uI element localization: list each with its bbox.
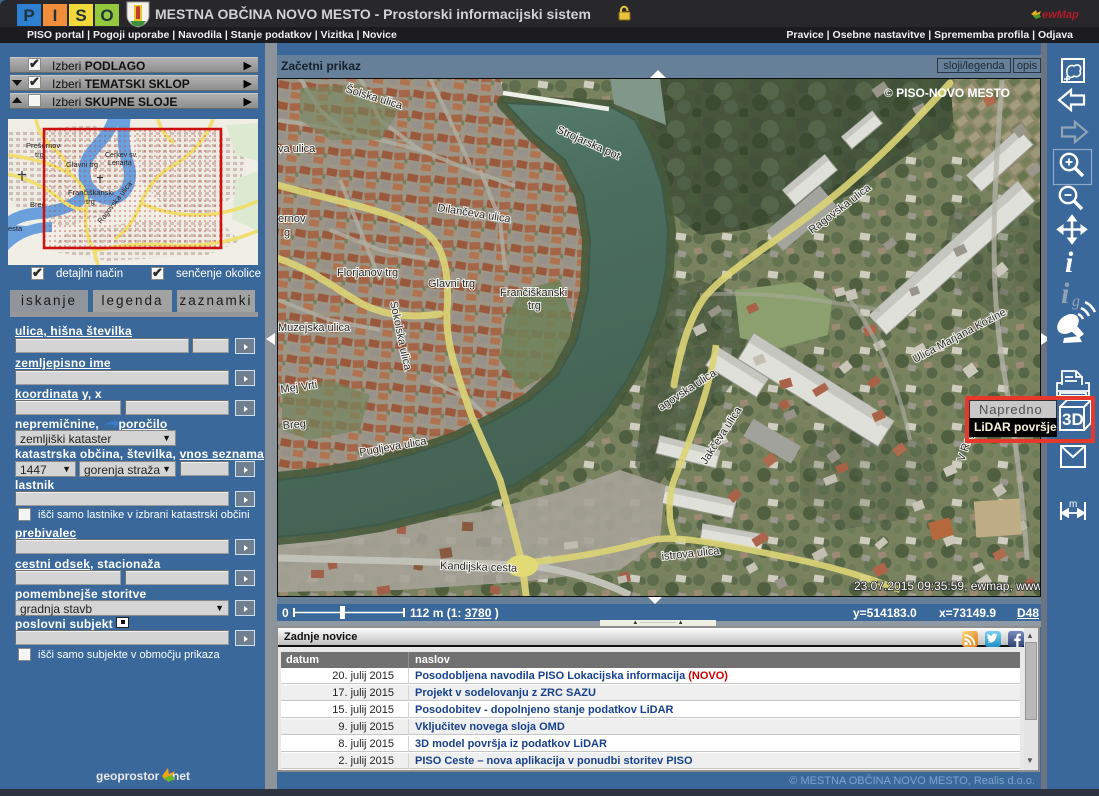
svg-text:Muzejska ulica: Muzejska ulica <box>278 322 351 334</box>
svg-text:g: g <box>284 227 290 239</box>
svg-text:Florjanov trg: Florjanov trg <box>337 267 398 279</box>
svg-text:23.07.2015 09:35:59, ewmap, ww: 23.07.2015 09:35:59, ewmap, www.realis.s… <box>854 579 1040 593</box>
svg-text:ernov: ernov <box>278 213 306 225</box>
svg-text:g: g <box>1072 293 1080 310</box>
svg-text:trg: trg <box>35 150 44 159</box>
svg-text:m: m <box>1069 499 1077 510</box>
svg-text:Breg: Breg <box>282 418 306 432</box>
svg-text:© PISO-NOVO MESTO: © PISO-NOVO MESTO <box>884 86 1010 100</box>
svg-text:i: i <box>1065 246 1074 279</box>
svg-text:va ulica: va ulica <box>278 143 316 155</box>
svg-text:ewMap: ewMap <box>1042 9 1079 21</box>
svg-text:esta: esta <box>8 224 23 233</box>
svg-text:trg: trg <box>528 300 541 312</box>
svg-text:Glavni trg: Glavni trg <box>428 278 475 290</box>
svg-text:Frančiškanski: Frančiškanski <box>500 287 567 299</box>
svg-text:i: i <box>1061 277 1070 310</box>
